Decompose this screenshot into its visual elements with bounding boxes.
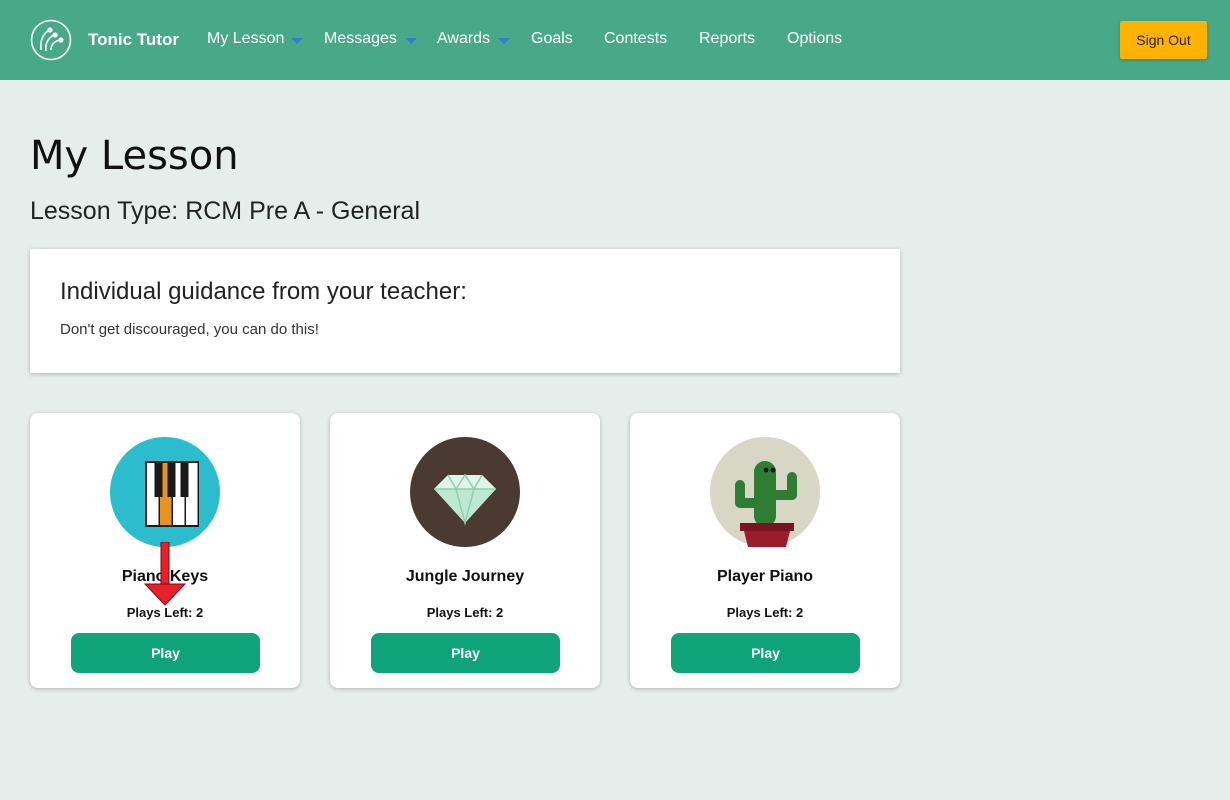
plays-left: Plays Left: 2 [726,605,804,620]
page-title: My Lesson [30,133,239,179]
sign-out-button[interactable]: Sign Out [1120,21,1207,59]
music-notes-logo-icon[interactable] [30,19,72,61]
game-title: Player Piano [716,568,814,585]
chevron-down-icon[interactable] [291,38,303,44]
nav-messages[interactable]: Messages [324,30,397,48]
play-player-piano-button[interactable]: Play [671,633,860,673]
chevron-down-icon[interactable] [498,38,510,44]
guidance-text: Don't get discouraged, you can do this! [60,321,319,338]
cactus-icon [710,437,820,547]
game-card-jungle-journey: Jungle Journey Plays Left: 2 Play [330,413,600,688]
nav-options[interactable]: Options [787,30,842,48]
piano-keys-icon [110,437,220,547]
lesson-type: Lesson Type: RCM Pre A - General [30,197,421,225]
play-jungle-journey-button[interactable]: Play [371,633,560,673]
plays-left: Plays Left: 2 [426,605,504,620]
top-navigation-bar: Tonic Tutor My Lesson Messages Awards Go… [0,0,1230,80]
nav-awards[interactable]: Awards [437,30,490,48]
chevron-down-icon[interactable] [405,38,417,44]
brand-name[interactable]: Tonic Tutor [88,30,179,50]
guidance-heading: Individual guidance from your teacher: [60,278,467,305]
diamond-icon [410,437,520,547]
plays-left: Plays Left: 2 [126,605,204,620]
play-piano-keys-button[interactable]: Play [71,633,260,673]
teacher-guidance-panel: Individual guidance from your teacher: D… [30,249,900,373]
arrow-down-icon [143,542,187,606]
nav-reports[interactable]: Reports [699,30,755,48]
game-card-player-piano: Player Piano Plays Left: 2 Play [630,413,900,688]
nav-contests[interactable]: Contests [604,30,667,48]
game-title: Jungle Journey [405,568,525,585]
nav-my-lesson[interactable]: My Lesson [207,30,284,48]
nav-goals[interactable]: Goals [531,30,573,48]
